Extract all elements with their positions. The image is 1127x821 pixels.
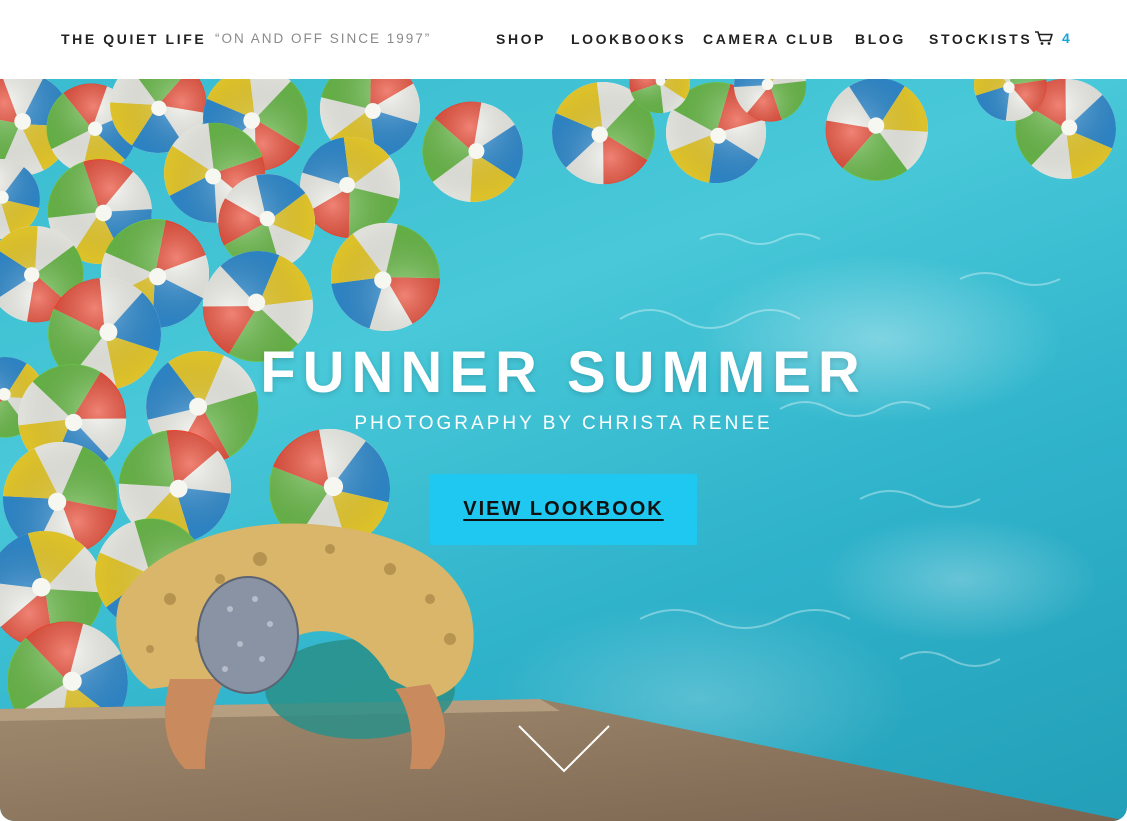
site-logo[interactable]: THE QUIET LIFE (61, 31, 206, 47)
view-lookbook-label: VIEW LOOKBOOK (463, 498, 664, 520)
page: THE QUIET LIFE “ON AND OFF SINCE 1997” S… (0, 0, 1127, 821)
nav-blog[interactable]: BLOG (855, 31, 906, 47)
chevron-down-icon (518, 725, 610, 773)
nav-stockists[interactable]: STOCKISTS (929, 31, 1032, 47)
hero-subtitle: PHOTOGRAPHY BY CHRISTA RENEE (354, 413, 773, 434)
shopping-cart-icon (1035, 31, 1053, 45)
cart-button[interactable]: 4 (1034, 28, 1070, 48)
hero-photo (0, 79, 1127, 821)
cart-count: 4 (1062, 30, 1070, 46)
nav-camera-club[interactable]: CAMERA CLUB (703, 31, 835, 47)
hero-banner: FUNNER SUMMER PHOTOGRAPHY BY CHRISTA REN… (0, 79, 1127, 821)
site-header: THE QUIET LIFE “ON AND OFF SINCE 1997” S… (0, 0, 1127, 79)
hero-title: FUNNER SUMMER (260, 340, 867, 405)
site-tagline: “ON AND OFF SINCE 1997” (215, 31, 432, 46)
nav-lookbooks[interactable]: LOOKBOOKS (571, 31, 686, 47)
scroll-down-button[interactable] (517, 724, 611, 774)
nav-shop[interactable]: SHOP (496, 31, 546, 47)
view-lookbook-button[interactable]: VIEW LOOKBOOK (430, 474, 697, 545)
